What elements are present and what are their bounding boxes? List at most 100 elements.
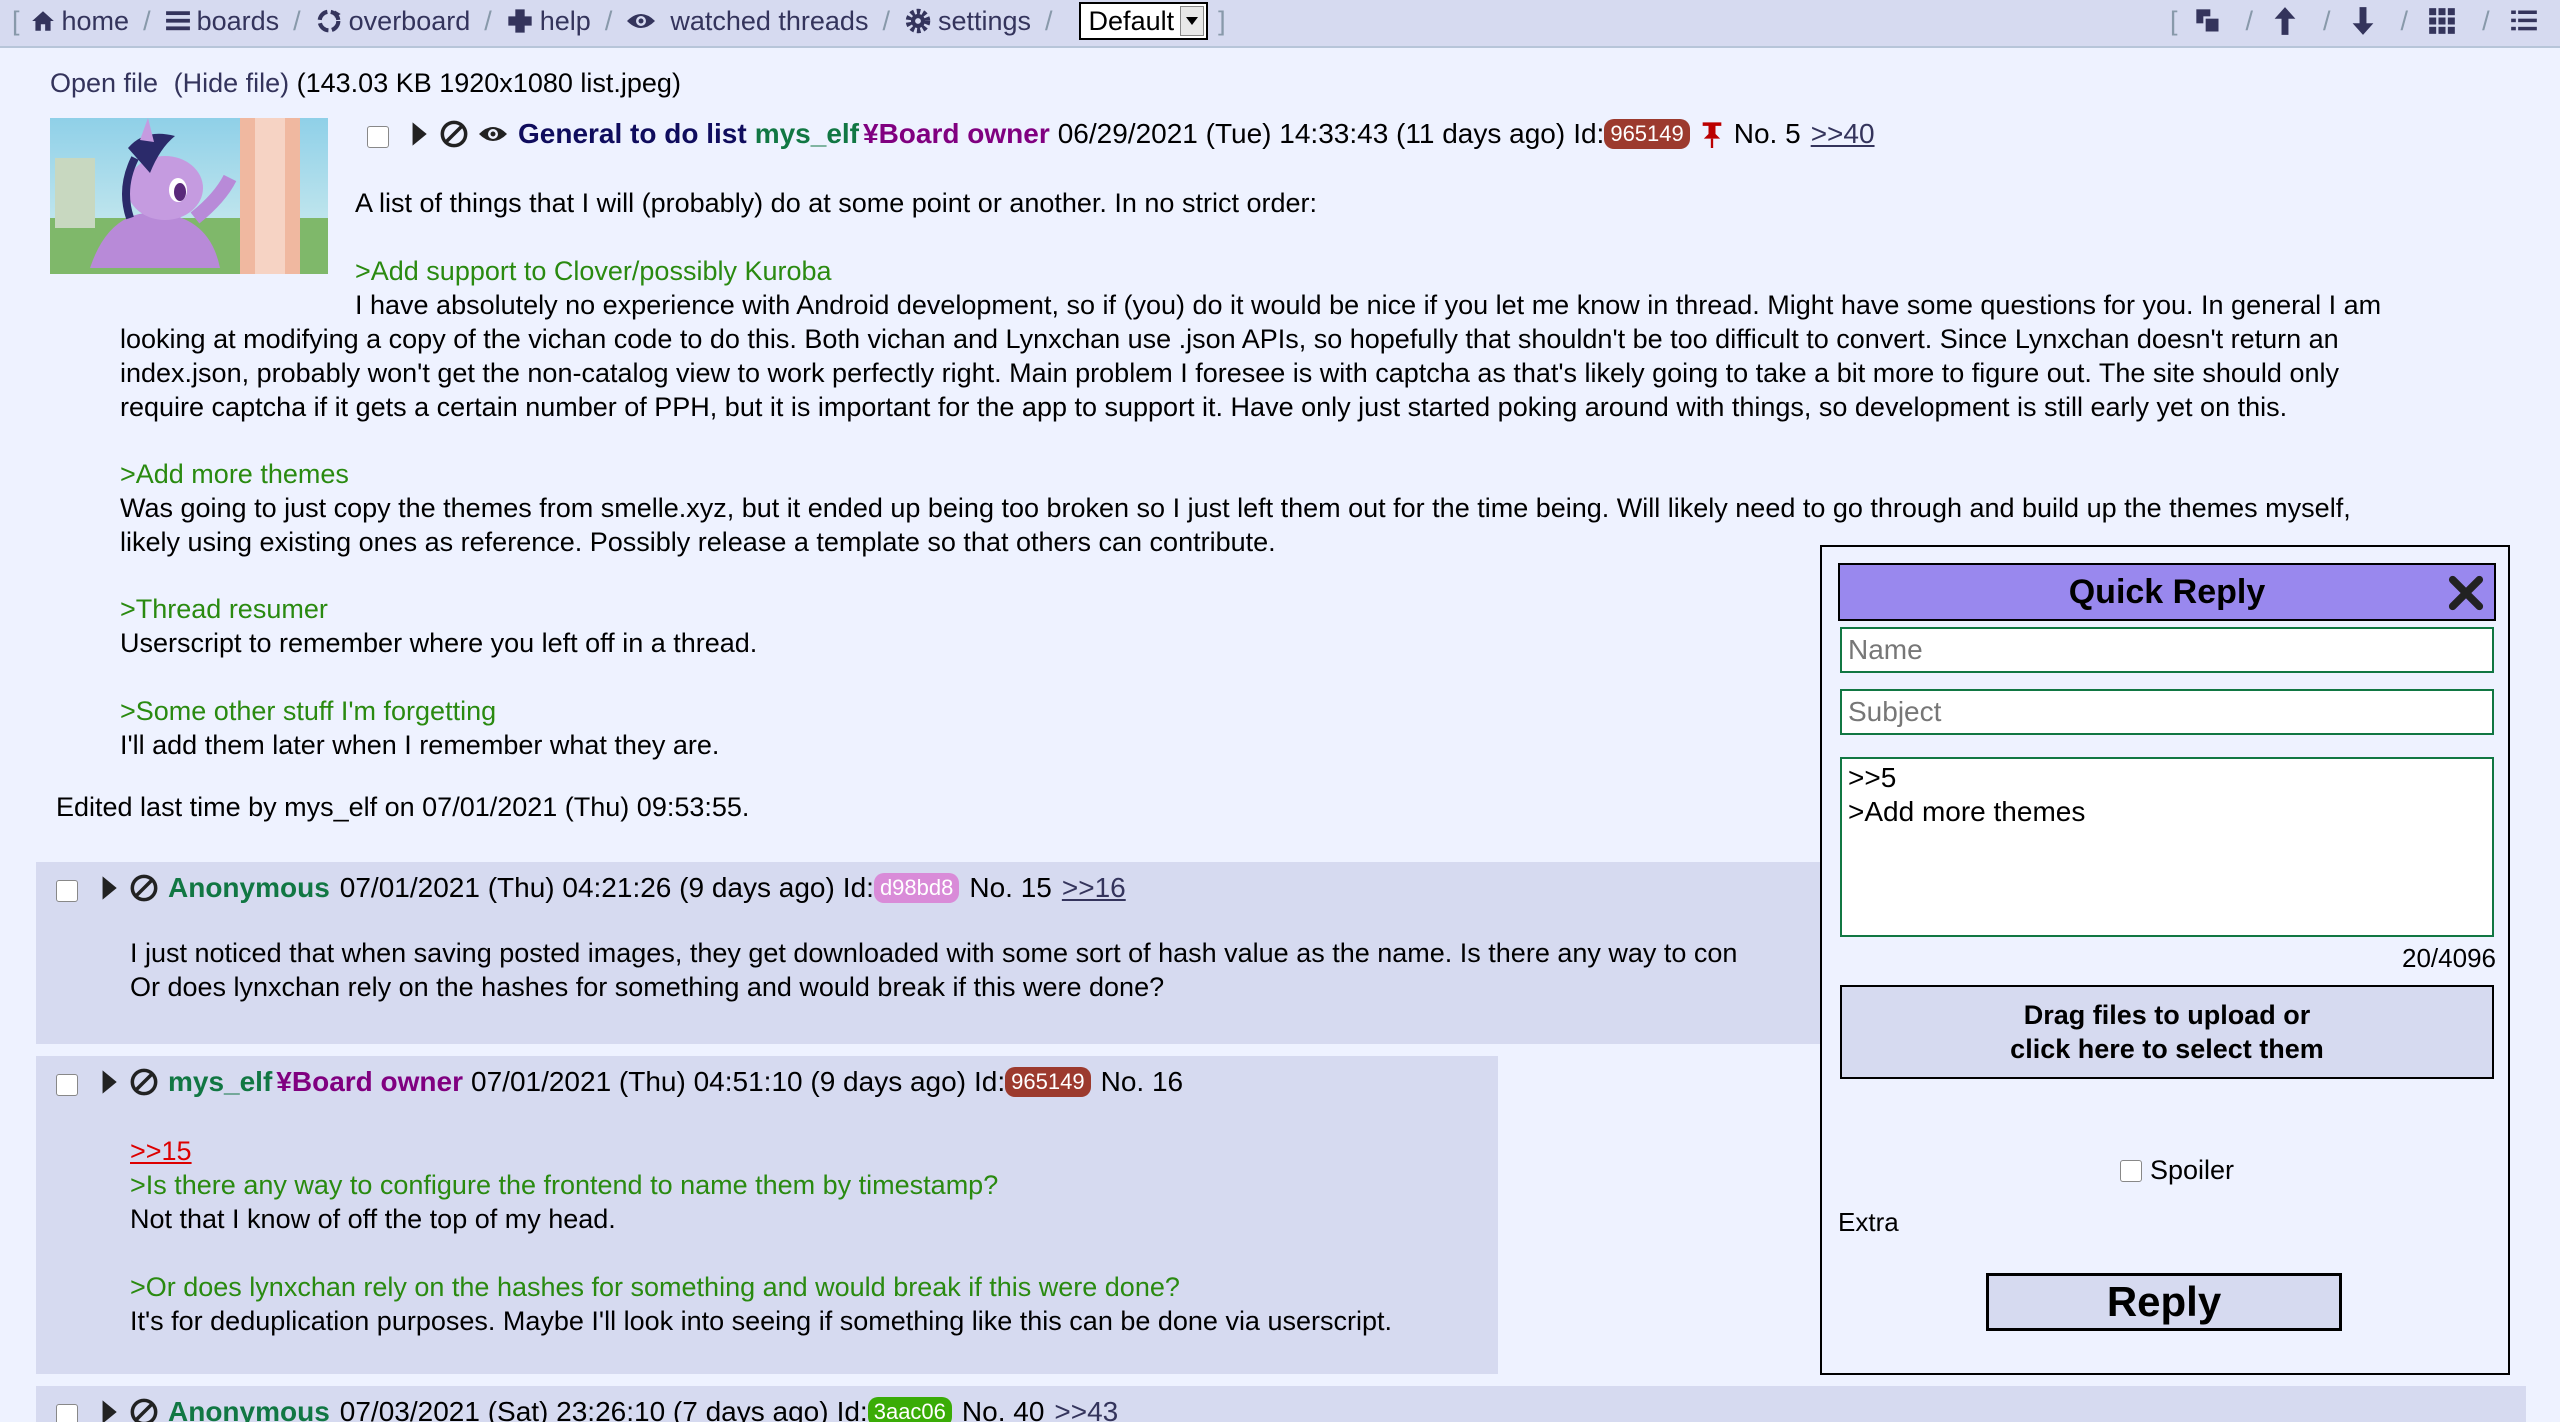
quick-reply-panel: Quick Reply >>5 >Add more themes 20/4096… [1820,545,2510,1375]
reply-15-poster-name: Anonymous [168,872,330,903]
reply-40-backlink[interactable]: >>43 [1054,1396,1118,1422]
theme-select[interactable]: Default [1078,2,1209,40]
caret-right-icon[interactable] [100,875,118,901]
nav-watched-threads-link[interactable]: watched threads [626,6,868,37]
recycle-icon [317,9,341,33]
nav-bracket-open: [ [12,5,20,36]
reply-15-date: 07/01/2021 (Thu) 04:21:26 (9 days ago) [339,872,835,903]
file-drop-zone[interactable]: Drag files to upload or click here to se… [1840,985,2494,1079]
reply-15-line-1: I just noticed that when saving posted i… [130,938,1738,968]
nav-separator: / [2323,5,2331,36]
reply-40-date: 07/03/2021 (Sat) 23:26:10 (7 days ago) [339,1396,829,1422]
arrow-up-icon [2274,7,2296,35]
nav-overboard-link[interactable]: overboard [315,5,471,37]
reply-15-backlink[interactable]: >>16 [1062,872,1126,904]
nav-watched-threads-label: watched threads [670,5,869,36]
extra-toggle[interactable]: Extra [1838,1207,1899,1238]
nav-right-tools: [ / / / / ] [2166,0,2560,42]
scroll-bottom-button[interactable] [2351,6,2381,36]
eye-icon[interactable] [478,123,508,145]
nav-bracket-open: [ [2170,5,2178,36]
reply-15-post-number[interactable]: No. 15 [969,872,1052,904]
hide-post-icon[interactable] [130,874,158,902]
op-poster-name: mys_elf [754,118,859,149]
op-paragraph-1c: index.json, probably won't get the non-c… [120,358,2339,388]
caret-right-icon[interactable] [410,121,428,147]
op-thumbnail-image[interactable] [50,118,328,274]
quick-reply-header[interactable]: Quick Reply [1838,563,2496,621]
nav-help-link[interactable]: help [506,6,591,37]
reply-post-40: Anonymous 07/03/2021 (Sat) 23:26:10 (7 d… [36,1386,2526,1422]
op-paragraph-2a: Was going to just copy the themes from s… [120,493,2351,523]
reply-post-15: Anonymous 07/01/2021 (Thu) 04:21:26 (9 d… [36,862,1820,1044]
open-file-link[interactable]: Open file [50,68,158,98]
op-post-number[interactable]: No. 5 [1734,118,1801,150]
character-counter: 20/4096 [2402,943,2496,973]
list-view-button[interactable] [2510,8,2544,34]
reply-select-checkbox[interactable] [56,1074,78,1096]
name-field[interactable] [1840,627,2494,673]
op-backlink[interactable]: >>40 [1811,118,1875,150]
op-paragraph-1a: I have absolutely no experience with And… [355,290,2382,320]
board-owner-icon: ¥ [276,1066,292,1097]
reply-40-header: Anonymous 07/03/2021 (Sat) 23:26:10 (7 d… [100,1396,1118,1422]
op-paragraph-1b: looking at modifying a copy of the vicha… [120,324,2339,354]
scroll-top-button[interactable] [2273,6,2303,36]
spoiler-label: Spoiler [2150,1155,2235,1185]
reply-16-id-badge[interactable]: 965149 [1005,1067,1091,1097]
hide-post-icon[interactable] [440,120,468,148]
spoiler-checkbox[interactable] [2120,1159,2142,1182]
nav-separator: / [1045,5,1053,36]
nav-boards-link[interactable]: boards [165,6,279,37]
gear-icon [905,8,931,34]
hide-post-icon[interactable] [130,1068,158,1096]
op-id-badge[interactable]: 965149 [1604,119,1690,149]
nav-bracket-close: ] [1218,5,1226,36]
medkit-icon [508,9,532,33]
message-textarea[interactable]: >>5 >Add more themes [1840,757,2494,937]
nav-overboard-label: overboard [348,5,471,36]
op-paragraph-2b: likely using existing ones as reference.… [120,527,1276,557]
nav-home-link[interactable]: home [30,6,129,37]
reply-16-post-number[interactable]: No. 16 [1101,1066,1184,1098]
op-id-label: Id: [1573,118,1605,149]
nav-settings-link[interactable]: settings [904,6,1031,37]
pin-icon [1702,122,1722,148]
file-name-link[interactable]: list.jpeg) [580,68,681,98]
chevron-down-icon [1180,6,1205,36]
catalog-button[interactable] [2428,7,2462,35]
reply-15-line-2: Or does lynxchan rely on the hashes for … [130,972,1165,1002]
reply-select-checkbox[interactable] [56,880,78,902]
top-navigation-bar: [ home / boards / overboard / help / wat… [0,0,2560,48]
op-greentext-1: >Add support to Clover/possibly Kuroba [355,256,832,286]
reply-16-capcode: Board owner [291,1066,464,1097]
hide-file-link[interactable]: (Hide file) [174,68,290,98]
reply-16-greentext-1: >Is there any way to configure the front… [130,1170,999,1200]
op-greentext-2: >Add more themes [120,459,349,489]
reply-16-quote-link[interactable]: >>15 [130,1134,192,1168]
theme-select-value: Default [1088,5,1175,36]
nav-separator: / [293,5,301,36]
op-capcode: Board owner [878,118,1050,149]
op-select-checkbox[interactable] [367,126,389,148]
nav-separator: / [484,5,492,36]
reply-select-checkbox[interactable] [56,1404,78,1422]
caret-right-icon[interactable] [100,1069,118,1095]
reply-16-line-1: Not that I know of off the top of my hea… [130,1204,616,1234]
reply-16-greentext-2: >Or does lynxchan rely on the hashes for… [130,1272,1180,1302]
close-icon[interactable] [2446,573,2486,622]
clone-window-button[interactable] [2194,7,2228,35]
reply-15-id-badge[interactable]: d98bd8 [873,873,960,903]
op-paragraph-1d: require captcha if it gets a certain num… [120,392,2288,422]
reply-40-id-badge[interactable]: 3aac06 [867,1397,952,1422]
op-paragraph-3: Userscript to remember where you left of… [120,628,758,658]
nav-separator: / [882,5,890,36]
reply-40-post-number[interactable]: No. 40 [962,1396,1045,1422]
subject-field[interactable] [1840,689,2494,735]
caret-right-icon[interactable] [100,1399,118,1422]
reply-button[interactable]: Reply [1986,1273,2342,1331]
spoiler-option: Spoiler [2120,1155,2234,1186]
reply-16-header: mys_elf ¥ Board owner 07/01/2021 (Thu) 0… [100,1066,1183,1098]
nav-links: [ home / boards / overboard / help / wat… [8,0,1230,42]
hide-post-icon[interactable] [130,1398,158,1422]
